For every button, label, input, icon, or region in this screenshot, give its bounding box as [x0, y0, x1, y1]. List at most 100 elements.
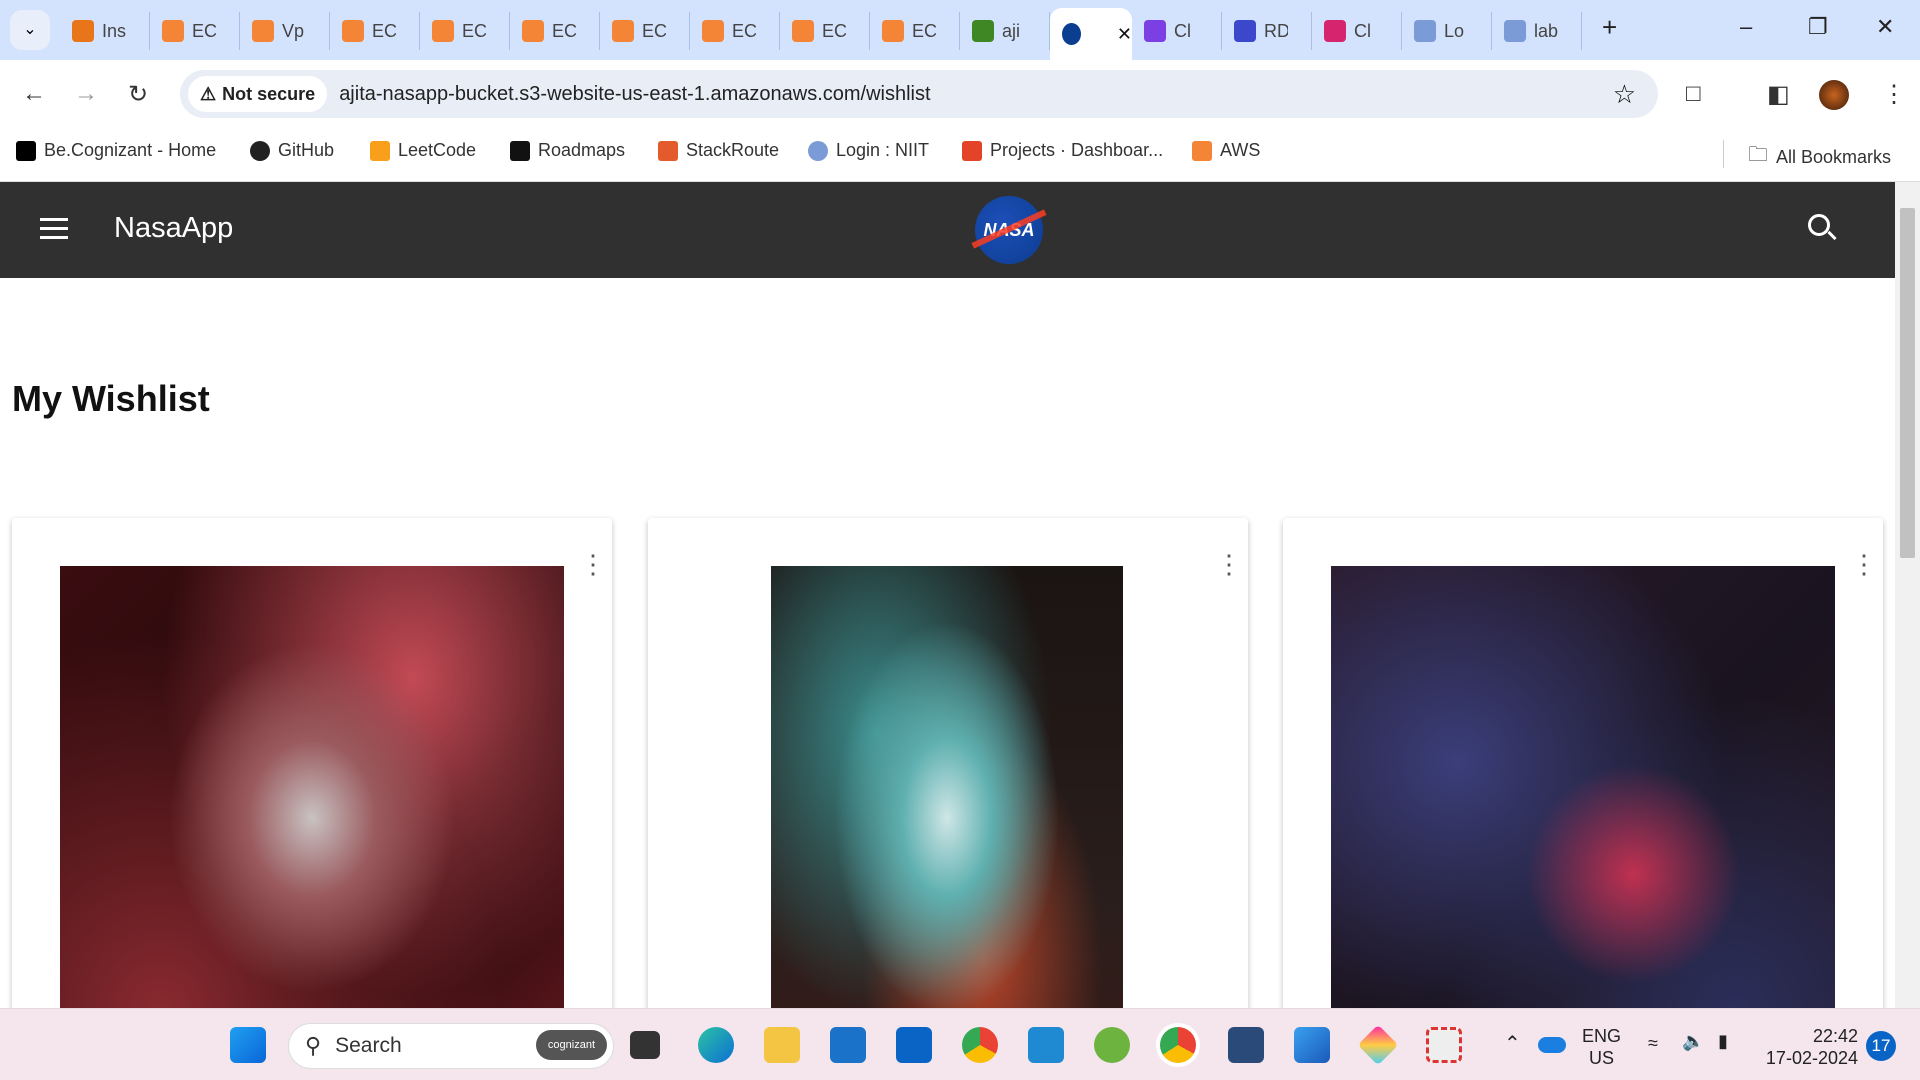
tab-label: EC [912, 20, 936, 41]
task-view-icon[interactable] [630, 1031, 660, 1059]
security-chip[interactable]: ⚠ Not secure [188, 76, 328, 112]
browser-tab[interactable]: EC [690, 12, 780, 50]
scrollbar-thumb[interactable] [1900, 208, 1915, 558]
browser-tab[interactable]: EC [420, 12, 510, 50]
notification-badge[interactable]: 17 [1866, 1031, 1896, 1061]
nasa-logo[interactable]: NASA [971, 196, 1047, 264]
file-explorer-icon[interactable] [764, 1027, 800, 1063]
browser-tab[interactable]: Ins [60, 12, 150, 50]
more-options-icon[interactable]: ⋮ [1216, 551, 1242, 577]
tab-label: EC [822, 20, 846, 41]
tab-label: EC [462, 20, 486, 41]
browser-tab[interactable]: EC [600, 12, 690, 50]
browser-tab[interactable]: EC [330, 12, 420, 50]
bookmark-leetcode[interactable]: LeetCode [370, 140, 476, 161]
outlook-icon[interactable] [896, 1027, 932, 1063]
language-indicator[interactable]: ENG US [1582, 1025, 1621, 1069]
browser-tab[interactable]: Vp [240, 12, 330, 50]
wishlist-image[interactable] [771, 566, 1123, 1008]
restore-button[interactable]: ❐ [1808, 14, 1828, 40]
edge-icon[interactable] [698, 1027, 734, 1063]
forward-button[interactable]: → [74, 80, 98, 108]
wishlist-card[interactable]: ⋮ [12, 518, 612, 1008]
menu-icon[interactable]: ⋮ [1882, 80, 1906, 109]
wishlist-image[interactable] [1331, 566, 1835, 1008]
app-header: NasaApp NASA [0, 182, 1895, 278]
bookmark-gitlab[interactable]: Projects · Dashboar... [962, 140, 1163, 161]
bookmark-roadmaps[interactable]: Roadmaps [510, 140, 625, 161]
scrollbar[interactable] [1895, 182, 1920, 1008]
browser-tab[interactable]: EC [150, 12, 240, 50]
tab-favicon-icon [702, 20, 724, 42]
onedrive-icon[interactable] [1538, 1037, 1566, 1053]
browser-tab[interactable]: ✕ [1050, 8, 1132, 60]
bookmark-github[interactable]: GitHub [250, 140, 334, 161]
wishlist-card[interactable]: ⋮ [1283, 518, 1883, 1008]
browser-tab[interactable]: EC [870, 12, 960, 50]
bookmark-globe[interactable]: Login : NIIT [808, 140, 929, 161]
gitlab-icon [962, 140, 982, 161]
show-hidden-icons[interactable]: ⌃ [1504, 1031, 1521, 1056]
taskbar-search[interactable]: ⚲ Search cognizant [288, 1023, 614, 1069]
browser-tab[interactable]: EC [780, 12, 870, 50]
app-title[interactable]: NasaApp [114, 212, 233, 245]
battery-icon[interactable]: ▮ [1718, 1031, 1728, 1052]
leetcode-icon [370, 140, 390, 161]
search-icon: ⚲ [305, 1033, 322, 1058]
tab-favicon-icon [252, 20, 274, 42]
snipping-tool-icon[interactable] [1426, 1027, 1462, 1063]
bookmark-star-icon[interactable]: ☆ [1613, 79, 1636, 110]
app-icon[interactable] [1228, 1027, 1264, 1063]
minimize-button[interactable]: – [1740, 14, 1752, 40]
more-options-icon[interactable]: ⋮ [1851, 551, 1877, 577]
profile-avatar[interactable] [1819, 80, 1849, 110]
hamburger-menu-icon[interactable] [40, 218, 68, 239]
security-label: Not secure [222, 83, 316, 104]
browser-tab[interactable]: EC [510, 12, 600, 50]
tab-favicon-icon [1234, 20, 1256, 42]
chrome-profile-icon[interactable] [1160, 1027, 1196, 1063]
wishlist-image[interactable] [60, 566, 564, 1008]
photos-icon[interactable] [1294, 1027, 1330, 1063]
browser-tab[interactable]: Cl [1312, 12, 1402, 50]
browser-tab[interactable]: Lo [1402, 12, 1492, 50]
browser-tab[interactable]: RD [1222, 12, 1312, 50]
close-window-button[interactable]: ✕ [1876, 14, 1894, 40]
bookmark-stackroute[interactable]: StackRoute [658, 140, 779, 161]
more-options-icon[interactable]: ⋮ [580, 551, 606, 577]
reload-button[interactable]: ↻ [128, 80, 148, 109]
tab-favicon-icon [72, 20, 94, 42]
browser-tab[interactable]: lab [1492, 12, 1582, 50]
clock[interactable]: 22:42 17-02-2024 [1762, 1025, 1858, 1069]
back-button[interactable]: ← [22, 80, 46, 108]
bookmark-be[interactable]: Be.Cognizant - Home [16, 140, 216, 161]
bookmark-aws[interactable]: AWS [1192, 140, 1260, 161]
new-tab-button[interactable]: + [1602, 12, 1617, 43]
wishlist-card[interactable]: ⋮ [648, 518, 1248, 1008]
tab-label: EC [732, 20, 756, 41]
close-tab-icon[interactable]: ✕ [1117, 24, 1132, 45]
side-panel-icon[interactable]: ◧ [1767, 80, 1790, 109]
git-icon[interactable] [1357, 1024, 1399, 1066]
all-bookmarks[interactable]: 🗀 All Bookmarks [1748, 140, 1891, 174]
extensions-icon[interactable]: □ [1686, 80, 1701, 108]
url-text[interactable]: ajita-nasapp-bucket.s3-website-us-east-1… [339, 83, 930, 106]
start-button[interactable] [230, 1027, 266, 1063]
browser-tab[interactable]: Cl [1132, 12, 1222, 50]
tab-strip: ⌄ Ins EC Vp EC EC EC EC EC EC EC aji ✕ Cl RD Cl Lo lab +… [0, 0, 1920, 60]
store-icon[interactable] [830, 1027, 866, 1063]
address-bar[interactable]: ⚠ Not secure ajita-nasapp-bucket.s3-websi… [180, 70, 1658, 118]
tab-label: EC [372, 20, 396, 41]
tab-search-button[interactable]: ⌄ [10, 10, 50, 50]
tab-favicon-icon [432, 20, 454, 42]
bookmark-label: AWS [1220, 140, 1261, 160]
wifi-icon[interactable]: ≈ [1648, 1033, 1658, 1054]
vscode-icon[interactable] [1028, 1027, 1064, 1063]
tab-favicon-icon [1504, 20, 1526, 42]
spring-tool-icon[interactable] [1094, 1027, 1130, 1063]
browser-tab[interactable]: aji [960, 12, 1050, 50]
tab-label: Cl [1354, 20, 1371, 41]
volume-icon[interactable]: 🔈 [1682, 1031, 1704, 1052]
chrome-icon[interactable] [962, 1027, 998, 1063]
search-icon[interactable] [1808, 214, 1837, 241]
